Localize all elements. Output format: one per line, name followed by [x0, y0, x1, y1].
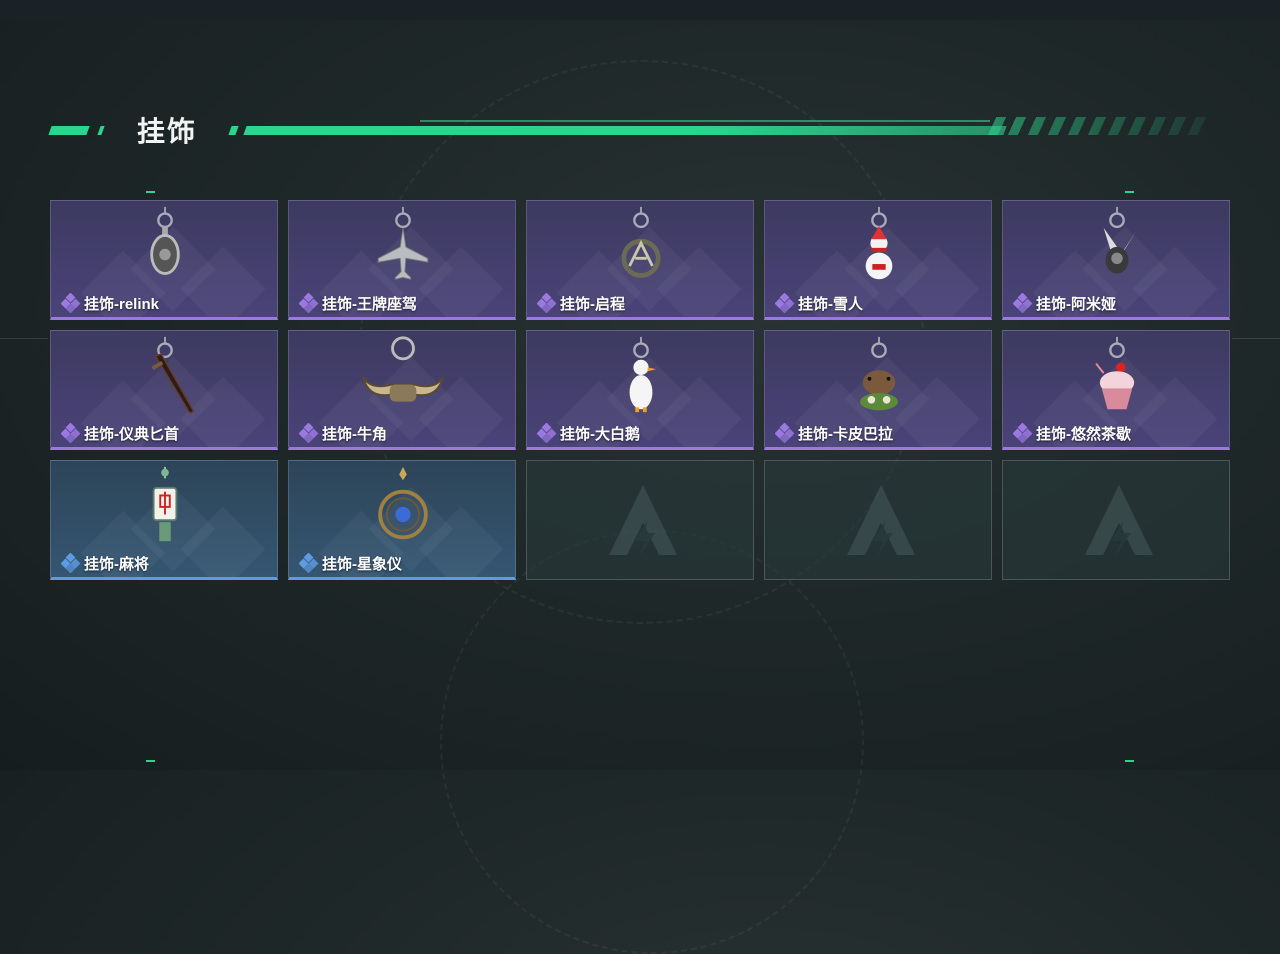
- rarity-gem-icon: [536, 292, 557, 314]
- rarity-gem-icon: [774, 422, 795, 444]
- rarity-gem-icon: [298, 552, 319, 574]
- bunny-ears-charm-icon: [1103, 206, 1137, 274]
- rarity-gem-icon: [60, 292, 81, 314]
- rarity-gem-icon: [298, 292, 319, 314]
- charm-card[interactable]: 挂饰-悠然茶歇: [1002, 330, 1230, 450]
- charm-name: 挂饰-牛角: [322, 425, 387, 443]
- game-logo-icon: [1085, 485, 1153, 557]
- charm-card[interactable]: 挂饰-卡皮巴拉: [764, 330, 992, 450]
- rarity-gem-icon: [60, 422, 81, 444]
- charm-label: 挂饰-阿米娅: [1012, 292, 1116, 314]
- charm-name: 挂饰-卡皮巴拉: [798, 425, 893, 443]
- header-accent: [228, 126, 239, 135]
- header-bar: [243, 126, 1007, 135]
- charm-label: 挂饰-王牌座驾: [298, 292, 417, 314]
- charm-name: 挂饰-仪典匕首: [84, 425, 179, 443]
- charm-card[interactable]: 挂饰-王牌座驾: [288, 200, 516, 320]
- mahjong-tile-charm-icon: [152, 466, 178, 542]
- side-guide-line: [1232, 338, 1280, 339]
- rarity-gem-icon: [1012, 292, 1033, 314]
- charm-card[interactable]: 挂饰-麻将: [50, 460, 278, 580]
- charm-label: 挂饰-仪典匕首: [60, 422, 179, 444]
- charm-label: 挂饰-牛角: [298, 422, 387, 444]
- ox-horns-charm-icon: [362, 336, 444, 402]
- charm-card[interactable]: 挂饰-牛角: [288, 330, 516, 450]
- charm-name: 挂饰-雪人: [798, 295, 863, 313]
- rarity-gem-icon: [298, 422, 319, 444]
- charm-name: 挂饰-大白鹅: [560, 425, 640, 443]
- empty-slot[interactable]: [526, 460, 754, 580]
- side-guide-line: [0, 338, 48, 339]
- corner-tick: [146, 760, 155, 762]
- charm-card[interactable]: 挂饰-relink: [50, 200, 278, 320]
- charm-label: 挂饰-麻将: [60, 552, 149, 574]
- dagger-charm-icon: [151, 336, 195, 415]
- charm-label: 挂饰-悠然茶歇: [1012, 422, 1131, 444]
- empty-slot[interactable]: [764, 460, 992, 580]
- charm-label: 挂饰-星象仪: [298, 552, 402, 574]
- charm-name: 挂饰-阿米娅: [1036, 295, 1116, 313]
- charm-name: 挂饰-relink: [84, 295, 160, 313]
- rarity-gem-icon: [1012, 422, 1033, 444]
- capybara-charm-icon: [859, 336, 899, 411]
- charm-card[interactable]: 挂饰-雪人: [764, 200, 992, 320]
- charm-card[interactable]: 挂饰-大白鹅: [526, 330, 754, 450]
- header-thin-line: [420, 120, 990, 122]
- charm-card[interactable]: 挂饰-星象仪: [288, 460, 516, 580]
- charm-card[interactable]: 挂饰-阿米娅: [1002, 200, 1230, 320]
- corner-tick: [1125, 191, 1134, 193]
- section-title: 挂饰: [137, 116, 198, 147]
- astrolabe-charm-icon: [378, 466, 428, 540]
- jet-plane-charm-icon: [377, 206, 429, 280]
- compass-ring-charm-icon: [621, 206, 661, 278]
- charm-label: 挂饰-启程: [536, 292, 625, 314]
- header-accent: [97, 126, 105, 135]
- charm-name: 挂饰-麻将: [84, 555, 149, 573]
- charm-name: 挂饰-王牌座驾: [322, 295, 417, 313]
- charm-card[interactable]: 挂饰-仪典匕首: [50, 330, 278, 450]
- charm-name: 挂饰-启程: [560, 295, 625, 313]
- top-bar: [0, 0, 1280, 20]
- charm-grid: 挂饰-relink 挂饰-王牌座驾 挂饰-启程 挂饰-雪人 挂饰-阿米娅 挂饰-仪典匕首挂…: [50, 200, 1230, 580]
- charm-name: 挂饰-悠然茶歇: [1036, 425, 1131, 443]
- rarity-gem-icon: [774, 292, 795, 314]
- charm-card[interactable]: 挂饰-启程: [526, 200, 754, 320]
- header-checker-pattern: [987, 117, 1207, 135]
- snowman-charm-icon: [865, 206, 893, 280]
- rarity-gem-icon: [60, 552, 81, 574]
- corner-tick: [1125, 760, 1134, 762]
- charm-label: 挂饰-卡皮巴拉: [774, 422, 893, 444]
- corner-tick: [146, 191, 155, 193]
- white-goose-charm-icon: [629, 336, 657, 413]
- game-logo-icon: [609, 485, 677, 557]
- charm-name: 挂饰-星象仪: [322, 555, 402, 573]
- header-accent: [48, 126, 90, 135]
- game-logo-icon: [847, 485, 915, 557]
- empty-slot[interactable]: [1002, 460, 1230, 580]
- rarity-gem-icon: [536, 422, 557, 444]
- charm-label: 挂饰-大白鹅: [536, 422, 640, 444]
- charm-label: 挂饰-relink: [60, 292, 160, 314]
- charm-label: 挂饰-雪人: [774, 292, 863, 314]
- section-header: 挂饰: [0, 108, 1280, 152]
- cupcake-charm-icon: [1095, 336, 1135, 410]
- ornate-charm-icon: [150, 206, 180, 275]
- background-ring: [440, 530, 864, 954]
